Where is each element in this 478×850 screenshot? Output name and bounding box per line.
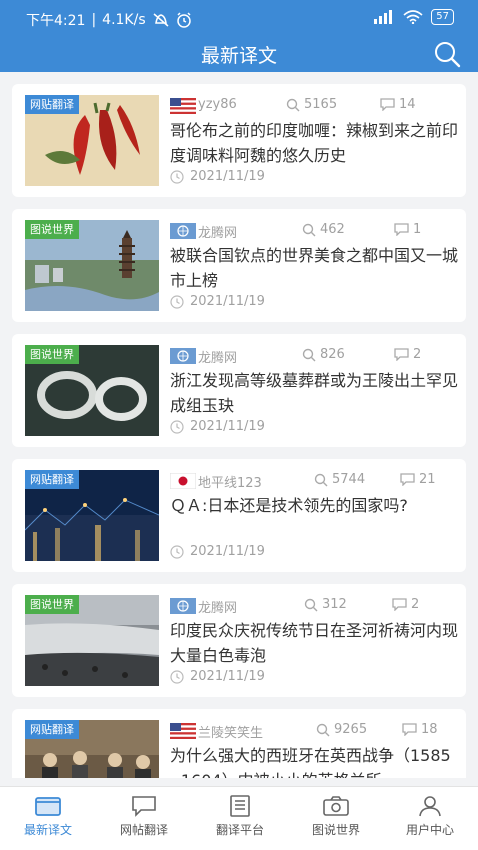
clock-icon (170, 419, 184, 434)
article-thumbnail: 网贴翻译 (25, 95, 159, 186)
article-date: 2021/11/19 (190, 419, 265, 434)
article-date: 2021/11/19 (190, 669, 265, 684)
article-card[interactable]: 网贴翻译 yzy86 5165 14 哥伦布之前的印度咖喱：辣椒到来之前印度调味… (12, 84, 466, 197)
un-flag-icon (170, 223, 196, 239)
article-date: 2021/11/19 (190, 294, 265, 309)
article-title[interactable]: ＱＡ:日本还是技术领先的国家吗? (170, 493, 458, 518)
article-meta: 龙腾网 462 1 (170, 221, 460, 241)
category-tag: 图说世界 (25, 345, 79, 364)
view-count: 5165 (304, 97, 338, 112)
clock-icon (170, 669, 184, 684)
article-card[interactable]: 网贴翻译 兰陵笑笑生 9265 18 为什么强大的西班牙在英西战争（1585 -… (12, 709, 466, 778)
signal-icon (374, 10, 393, 24)
view-count: 462 (320, 222, 345, 237)
view-count: 826 (320, 347, 345, 362)
article-meta: 地平线123 5744 21 (170, 471, 460, 491)
comment-icon (394, 348, 409, 361)
clock-icon (170, 294, 184, 309)
comment-count: 2 (413, 347, 422, 362)
clock-icon (170, 169, 184, 184)
search-icon[interactable] (432, 39, 462, 69)
wifi-icon (403, 10, 423, 24)
tab-user[interactable]: 用户中心 (382, 795, 478, 847)
category-tag: 图说世界 (25, 220, 79, 239)
article-thumbnail: 图说世界 (25, 220, 159, 311)
alarm-icon (176, 12, 191, 28)
us-flag-icon (170, 98, 196, 114)
status-bar: 下午4:21 | 4.1K/s 57 (0, 0, 478, 36)
source-name: 地平线123 (198, 476, 262, 491)
user-icon (419, 796, 441, 817)
article-meta: 龙腾网 312 2 (170, 596, 460, 616)
category-tag: 图说世界 (25, 595, 79, 614)
battery-icon: 57 (431, 9, 454, 25)
article-title[interactable]: 被联合国钦点的世界美食之都中国又一城市上榜 (170, 243, 458, 293)
article-meta: 龙腾网 826 2 (170, 346, 460, 366)
view-count-icon (286, 98, 300, 111)
view-count: 312 (322, 597, 347, 612)
source-name: yzy86 (198, 97, 237, 112)
article-thumbnail: 图说世界 (25, 595, 159, 686)
category-tag: 网贴翻译 (25, 95, 79, 114)
article-card[interactable]: 图说世界 龙腾网 312 2 印度民众庆祝传统节日在圣河祈祷河内现大量白色毒泡 … (12, 584, 466, 697)
mute-icon (153, 13, 169, 27)
network-speed: 4.1K/s (102, 12, 146, 28)
news-icon (35, 797, 61, 816)
source-name: 兰陵笑笑生 (198, 726, 264, 741)
source-name: 龙腾网 (198, 601, 238, 616)
comment-count: 1 (413, 222, 422, 237)
comment-count: 18 (421, 722, 438, 737)
article-date: 2021/11/19 (190, 544, 265, 559)
article-title[interactable]: 浙江发现高等级墓葬群或为王陵出土罕见成组玉玦 (170, 368, 458, 418)
view-count-icon (316, 723, 330, 736)
article-meta: yzy86 5165 14 (170, 96, 460, 114)
article-thumbnail: 网贴翻译 (25, 470, 159, 561)
bottom-tab-bar: 最新译文 网帖翻译 翻译平台 图说世界 用户中心 (0, 786, 478, 850)
view-count-icon (314, 473, 328, 486)
category-tag: 网贴翻译 (25, 720, 79, 739)
comment-icon (402, 723, 417, 736)
article-thumbnail: 网贴翻译 (25, 720, 159, 778)
comment-count: 14 (399, 97, 416, 112)
tab-latest[interactable]: 最新译文 (0, 795, 96, 847)
view-count-icon (302, 223, 316, 236)
us-flag-icon (170, 723, 196, 739)
comment-icon (400, 473, 415, 486)
comment-icon (394, 223, 409, 236)
tab-translate[interactable]: 翻译平台 (192, 795, 288, 847)
camera-icon (323, 796, 349, 816)
article-card[interactable]: 网贴翻译 地平线123 5744 21 ＱＡ:日本还是技术领先的国家吗? 202… (12, 459, 466, 572)
un-flag-icon (170, 598, 196, 614)
tab-posts[interactable]: 网帖翻译 (96, 795, 192, 847)
article-card[interactable]: 图说世界 龙腾网 462 1 被联合国钦点的世界美食之都中国又一城市上榜 202… (12, 209, 466, 322)
article-meta: 兰陵笑笑生 9265 18 (170, 721, 460, 741)
clock-icon (170, 544, 184, 559)
article-card[interactable]: 图说世界 龙腾网 826 2 浙江发现高等级墓葬群或为王陵出土罕见成组玉玦 20… (12, 334, 466, 447)
un-flag-icon (170, 348, 196, 364)
comment-icon (380, 98, 395, 111)
view-count: 9265 (334, 722, 368, 737)
category-tag: 网贴翻译 (25, 470, 79, 489)
article-title[interactable]: 为什么强大的西班牙在英西战争（1585 - 1604）中被小小的英格兰所 (170, 743, 458, 778)
comment-count: 2 (411, 597, 420, 612)
document-icon (230, 795, 250, 817)
view-count-icon (302, 348, 316, 361)
article-date: 2021/11/19 (190, 169, 265, 184)
view-count: 5744 (332, 472, 366, 487)
status-time: 下午4:21 (26, 13, 86, 29)
article-thumbnail: 图说世界 (25, 345, 159, 436)
app-header: 最新译文 (0, 36, 478, 72)
article-list: 网贴翻译 yzy86 5165 14 哥伦布之前的印度咖喱：辣椒到来之前印度调味… (0, 72, 478, 778)
article-title[interactable]: 印度民众庆祝传统节日在圣河祈祷河内现大量白色毒泡 (170, 618, 458, 668)
comment-icon (392, 598, 407, 611)
source-name: 龙腾网 (198, 351, 238, 366)
article-title[interactable]: 哥伦布之前的印度咖喱：辣椒到来之前印度调味料阿魏的悠久历史 (170, 118, 458, 168)
tab-world[interactable]: 图说世界 (288, 795, 384, 847)
view-count-icon (304, 598, 318, 611)
page-title: 最新译文 (200, 45, 277, 67)
jp-flag-icon (170, 473, 196, 489)
chat-icon (132, 796, 156, 817)
comment-count: 21 (419, 472, 436, 487)
source-name: 龙腾网 (198, 226, 238, 241)
